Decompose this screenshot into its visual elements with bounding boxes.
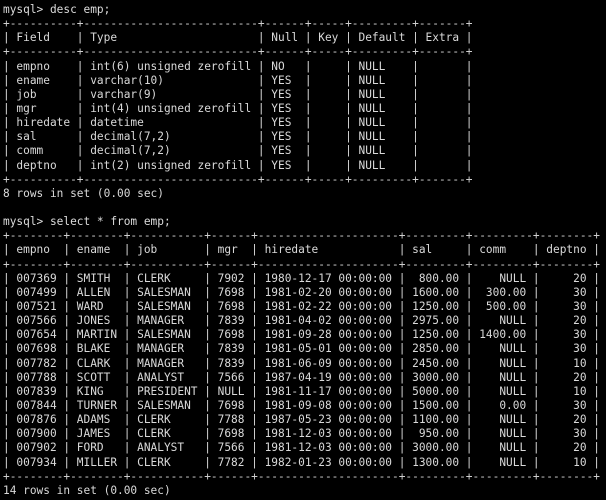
table-header-row: | Field | Type | Null | Key | Default | … [3, 31, 473, 45]
table-row: | 007934 | MILLER | CLERK | 7782 | 1982-… [3, 455, 600, 469]
table-border: +----------+--------------------------+-… [3, 172, 473, 186]
table-row: | job | varchar(9) | YES | | NULL | | [3, 87, 473, 101]
table-row: | 007788 | SCOTT | ANALYST | 7566 | 1987… [3, 370, 600, 384]
table-row: | 007698 | BLAKE | MANAGER | 7839 | 1981… [3, 342, 600, 356]
command-line: mysql> select * from emp; [3, 215, 171, 229]
table-row: | 007654 | MARTIN | SALESMAN | 7698 | 19… [3, 328, 600, 342]
table-row: | 007369 | SMITH | CLERK | 7902 | 1980-1… [3, 271, 600, 285]
table-row: | 007521 | WARD | SALESMAN | 7698 | 1981… [3, 299, 600, 313]
table-row: | sal | decimal(7,2) | YES | | NULL | | [3, 130, 473, 144]
table-row: | hiredate | datetime | YES | | NULL | | [3, 116, 473, 130]
table-row: | 007839 | KING | PRESIDENT | NULL | 198… [3, 384, 600, 398]
result-status: 8 rows in set (0.00 sec) [3, 186, 164, 200]
table-row: | 007876 | ADAMS | CLERK | 7788 | 1987-0… [3, 413, 600, 427]
table-row: | 007844 | TURNER | SALESMAN | 7698 | 19… [3, 398, 600, 412]
table-row: | comm | decimal(7,2) | YES | | NULL | | [3, 144, 473, 158]
table-row: | ename | varchar(10) | YES | | NULL | | [3, 73, 473, 87]
table-row: | 007900 | JAMES | CLERK | 7698 | 1981-1… [3, 427, 600, 441]
table-border: +----------+--------------------------+-… [3, 45, 473, 59]
table-row: | deptno | int(2) unsigned zerofill | YE… [3, 158, 473, 172]
table-border: +--------+--------+-----------+------+--… [3, 469, 600, 483]
table-border: +----------+--------------------------+-… [3, 17, 473, 31]
result-status: 14 rows in set (0.00 sec) [3, 483, 171, 497]
table-row: | 007499 | ALLEN | SALESMAN | 7698 | 198… [3, 285, 600, 299]
table-row: | empno | int(6) unsigned zerofill | NO … [3, 59, 473, 73]
table-row: | 007566 | JONES | MANAGER | 7839 | 1981… [3, 314, 600, 328]
table-border: +--------+--------+-----------+------+--… [3, 229, 600, 243]
table-row: | mgr | int(4) unsigned zerofill | YES |… [3, 101, 473, 115]
table-row: | 007782 | CLARK | MANAGER | 7839 | 1981… [3, 356, 600, 370]
table-border: +--------+--------+-----------+------+--… [3, 257, 600, 271]
command-line: mysql> desc emp; [3, 3, 111, 16]
table-row: | 007902 | FORD | ANALYST | 7566 | 1981-… [3, 441, 600, 455]
mysql-terminal[interactable]: mysql> desc emp; +----------+------------… [3, 3, 606, 500]
table-header-row: | empno | ename | job | mgr | hiredate |… [3, 243, 600, 257]
